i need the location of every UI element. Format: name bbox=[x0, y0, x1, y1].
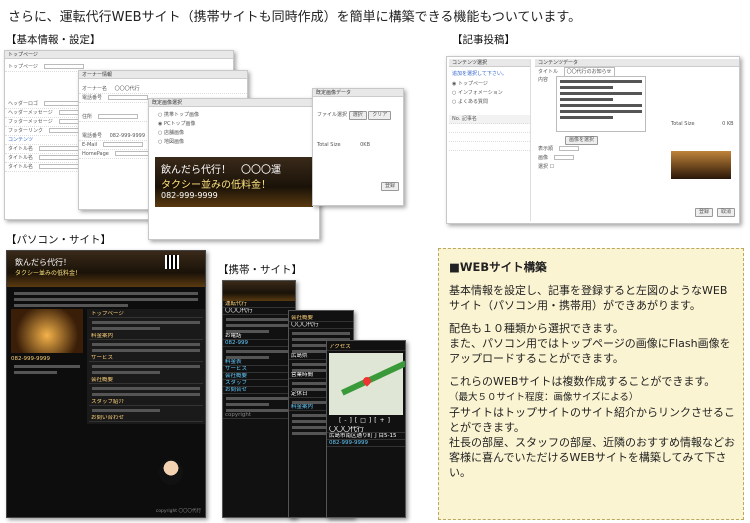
basic-screen-top-title: トップページ bbox=[5, 51, 233, 59]
nav-item[interactable]: 会社概要 bbox=[89, 377, 203, 384]
mobile-preview-1: 運転代行 〇〇〇代行 お電話 082-999 料金表 サービス 会社概要 スタッ… bbox=[222, 280, 296, 518]
radio-option[interactable]: ○ 携帯トップ画像 bbox=[155, 111, 313, 120]
radio-option[interactable]: ○ 店舗画像 bbox=[155, 129, 313, 138]
content-textarea[interactable] bbox=[556, 76, 647, 132]
select-button[interactable]: 選択 bbox=[348, 111, 367, 120]
headline: さらに、運転代行WEBサイト（携帯サイトも同時作成）を簡単に構築できる機能もつい… bbox=[8, 10, 582, 25]
nav-item[interactable]: 料金案内 bbox=[89, 333, 203, 340]
radio-option[interactable]: ◉ PCトップ画像 bbox=[155, 120, 313, 129]
note-title: ■WEBサイト構築 bbox=[449, 260, 547, 274]
night-photo bbox=[671, 151, 731, 179]
mobile-preview-3: アクセス [-][□][+] 〇〇〇代行 広島市南区通り町丁目5-15 082-… bbox=[326, 340, 406, 518]
form-row: タイトル 〇〇代行のお知らせ bbox=[535, 67, 739, 76]
nav-item[interactable]: トップページ bbox=[89, 311, 203, 318]
website-building-note: ■WEBサイト構築 基本情報を設定し、記事を登録すると左図のようなWEBサイト（… bbox=[438, 248, 744, 520]
basic-screen-data-title: 既定画像データ bbox=[313, 89, 403, 97]
map-controls[interactable]: [-][□][+] bbox=[327, 417, 405, 424]
staff-avatar bbox=[159, 459, 183, 485]
section-label-pc-site: 【パソコン・サイト】 bbox=[6, 234, 111, 246]
basic-screen-data: 既定画像データ ファイル選択 選択 クリア Total Size 0KB 登録 bbox=[312, 88, 404, 206]
clear-button[interactable]: クリア bbox=[368, 111, 392, 120]
top-banner-preview: 飲んだら代行！ 〇〇〇運 タクシー並みの低料金！ 082-999-9999 bbox=[155, 157, 313, 207]
article-list-pane: コンテンツ選択 追加を選択して下さい。 ◉ トップページ ○ インフォメーション… bbox=[449, 59, 531, 221]
night-photo bbox=[11, 309, 83, 353]
radio-option[interactable]: ○ 地図画像 bbox=[155, 138, 313, 147]
cancel-button[interactable]: 取消 bbox=[716, 208, 735, 217]
save-button[interactable]: 登録 bbox=[694, 208, 713, 217]
form-row: オーナー名 〇〇〇代行 bbox=[79, 85, 247, 94]
map-image bbox=[329, 353, 405, 415]
qr-code-icon bbox=[165, 255, 179, 269]
select-image-button[interactable]: 画像を選択 bbox=[565, 136, 599, 145]
article-screen: コンテンツ選択 追加を選択して下さい。 ◉ トップページ ○ インフォメーション… bbox=[446, 56, 740, 224]
save-button[interactable]: 登録 bbox=[380, 182, 399, 191]
list-header: No. 記事名 bbox=[449, 115, 530, 124]
nav-item[interactable]: お問い合わせ bbox=[89, 415, 203, 422]
section-label-basic-info: 【基本情報・設定】 bbox=[6, 34, 101, 46]
basic-screen-image-title: 既定画像選択 bbox=[149, 99, 319, 107]
basic-screen-image: 既定画像選択 ○ 携帯トップ画像 ◉ PCトップ画像 ○ 店舗画像 ○ 地図画像… bbox=[148, 98, 320, 240]
article-edit-pane: コンテンツデータ タイトル 〇〇代行のお知らせ 内容 画像を選択 表示順 画像 … bbox=[535, 59, 739, 221]
radio-option[interactable]: ○ よくある質問 bbox=[449, 98, 530, 107]
radio-option[interactable]: ○ インフォメーション bbox=[449, 89, 530, 98]
basic-screen-owner-title: オーナー情報 bbox=[79, 71, 247, 79]
note-paragraph: 基本情報を設定し、記事を登録すると左図のようなWEBサイト（パソコン用・携帯用）… bbox=[449, 284, 728, 312]
pc-nav: トップページ 料金案内 サービス 会社概要 スタッフ紹介 お問い合わせ bbox=[87, 309, 205, 424]
pc-site-preview: 飲んだら代行！ タクシー並みの低料金！ 082-999-9999 トップページ … bbox=[6, 250, 206, 518]
section-label-article-post: 【記事投稿】 bbox=[452, 34, 515, 46]
nav-item[interactable]: スタッフ紹介 bbox=[89, 399, 203, 406]
section-label-mobile-site: 【携帯・サイト】 bbox=[218, 264, 302, 276]
note-paragraph: これらのWEBサイトは複数作成することができます。 （最大５０サイト程度：画像サイ… bbox=[449, 375, 735, 479]
radio-option[interactable]: ◉ トップページ bbox=[449, 80, 530, 89]
note-paragraph: 配色も１０種類から選択できます。 また、パソコン用ではトップページの画像にFlas… bbox=[449, 322, 731, 365]
nav-item[interactable]: サービス bbox=[89, 355, 203, 362]
